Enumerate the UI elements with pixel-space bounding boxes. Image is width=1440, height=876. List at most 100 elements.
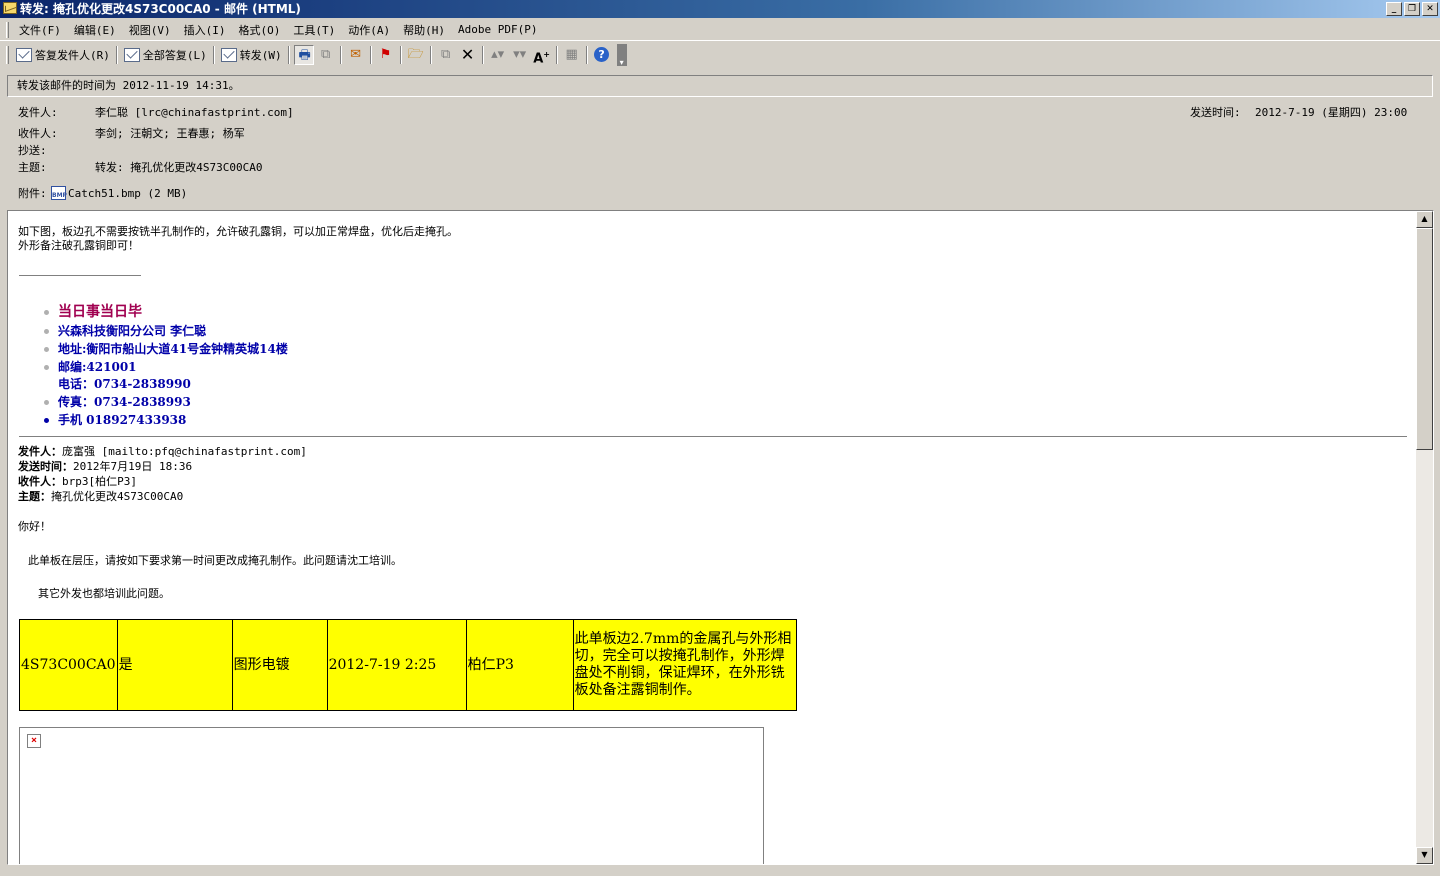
body-paragraph-1: 此单板在层压，请按如下要求第一时间更改成掩孔制作。此问题请沈工培训。: [28, 554, 402, 567]
broken-image-icon: ×: [27, 734, 41, 748]
attachment-item[interactable]: Catch51.bmp (2 MB): [51, 186, 188, 203]
fwd-sent: 发送时间：2012年7月19日 18:36: [18, 460, 192, 474]
attachment-name: Catch51.bmp (2 MB): [68, 187, 188, 200]
delete-button[interactable]: ✕: [458, 45, 478, 65]
signature-zip: 邮编:421001: [58, 360, 137, 374]
font-size-button[interactable]: A+: [532, 45, 552, 67]
toolbar-separator: [369, 46, 372, 64]
scroll-down-button[interactable]: ▼: [1416, 847, 1433, 864]
help-icon: ?: [592, 45, 612, 65]
move-icon: ⧉: [440, 47, 451, 62]
to-value[interactable]: 李剑; 汪朝文; 王春惠; 杨军: [95, 127, 245, 141]
from-value[interactable]: 李仁聪 [lrc@chinafastprint.com]: [95, 106, 294, 120]
open-folder-button[interactable]: 🗁: [406, 45, 426, 65]
down-arrow-icon: ▾▾: [513, 47, 527, 62]
embedded-image-frame: ×: [19, 727, 764, 864]
move-to-folder-button[interactable]: ✉: [346, 45, 366, 65]
toolbar-separator: [115, 46, 118, 64]
fwd-from-label: 发件人：: [18, 445, 62, 458]
font-size-icon: A+: [533, 50, 550, 67]
toolbar-separator: [585, 46, 588, 64]
toolbar-separator: [212, 46, 215, 64]
reply-button[interactable]: 答复发件人(R): [13, 44, 113, 66]
address-book-icon: ▦: [565, 47, 578, 62]
bullet: [44, 400, 49, 405]
info-bar: 转发该邮件的时间为 2012-11-19 14:31。: [7, 75, 1433, 97]
fwd-to-label: 收件人：: [18, 475, 62, 488]
restore-button[interactable]: ❐: [1404, 2, 1420, 16]
toolbar-grip[interactable]: [6, 46, 9, 64]
toolbar-separator: [339, 46, 342, 64]
toolbar-separator: [287, 46, 290, 64]
fwd-to-value: brp3[柏仁P3]: [62, 475, 137, 488]
from-label: 发件人:: [18, 106, 58, 119]
next-item-button[interactable]: ▾▾: [510, 45, 530, 65]
menu-insert[interactable]: 插入(I): [180, 22, 235, 38]
body-paragraph-2: 其它外发也都培训此问题。: [38, 587, 170, 600]
toolbar-separator: [481, 46, 484, 64]
menu-tools[interactable]: 工具(T): [289, 22, 344, 38]
vertical-scrollbar[interactable]: ▲ ▼: [1416, 211, 1433, 864]
scroll-thumb[interactable]: [1416, 228, 1433, 450]
subject-label: 主题:: [18, 161, 47, 174]
signature-mobile: 手机 018927433938: [58, 413, 187, 427]
fwd-to: 收件人：brp3[柏仁P3]: [18, 475, 137, 489]
table-cell-process: 图形电镀: [231, 619, 328, 711]
reply-icon: [16, 48, 32, 62]
signature-motto: 当日事当日毕: [58, 304, 142, 320]
fwd-from: 发件人：庞富强 [mailto:pfq@chinafastprint.com]: [18, 445, 307, 459]
greeting: 你好！: [18, 520, 51, 533]
follow-up-button[interactable]: ⚑: [376, 45, 396, 65]
copy-to-button[interactable]: ⧉: [316, 45, 336, 65]
sent-label: 发送时间:: [1190, 106, 1241, 119]
reply-all-button[interactable]: 全部答复(L): [121, 44, 210, 66]
menu-help[interactable]: 帮助(H): [399, 22, 454, 38]
close-button[interactable]: ✕: [1422, 2, 1438, 16]
table-row: 4S73C00CA0 是 图形电镀 2012-7-19 2:25 柏仁P3 此单…: [19, 619, 797, 711]
bmp-file-icon: [51, 186, 67, 203]
toolbar-overflow-button[interactable]: ▾: [616, 44, 627, 67]
message-body[interactable]: 如下图，板边孔不需要按铣半孔制作的，允许破孔露铜，可以加正常焊盘，优化后走掩孔。…: [7, 210, 1434, 865]
signature-phone: 电话：0734-2838990: [58, 377, 191, 391]
menu-edit[interactable]: 编辑(E): [70, 22, 125, 38]
fwd-subject-value: 掩孔优化更改4S73C00CA0: [51, 490, 184, 503]
highlight-table: 4S73C00CA0 是 图形电镀 2012-7-19 2:25 柏仁P3 此单…: [19, 619, 797, 711]
menu-actions[interactable]: 动作(A): [344, 22, 399, 38]
fwd-sent-label: 发送时间：: [18, 460, 73, 473]
signature-company: 兴森科技衡阳分公司 李仁聪: [58, 324, 207, 338]
menu-bar: 文件(F) 编辑(E) 视图(V) 插入(I) 格式(O) 工具(T) 动作(A…: [0, 19, 1440, 41]
delete-icon: ✕: [460, 45, 475, 64]
print-icon: 🖶: [298, 48, 311, 63]
forward-divider: [19, 436, 1407, 437]
print-button[interactable]: 🖶: [293, 45, 314, 65]
reply-label: 答复发件人(R): [35, 49, 110, 62]
fwd-subject-label: 主题：: [18, 490, 51, 503]
signature-divider: [19, 275, 141, 276]
help-button[interactable]: ?: [592, 45, 612, 65]
table-cell-part-number: 4S73C00CA0: [19, 619, 118, 711]
scroll-up-button[interactable]: ▲: [1416, 211, 1433, 228]
reply-all-label: 全部答复(L): [142, 49, 207, 62]
body-line-1: 如下图，板边孔不需要按铣半孔制作的，允许破孔露铜，可以加正常焊盘，优化后走掩孔。: [18, 225, 458, 238]
menu-file[interactable]: 文件(F): [15, 22, 70, 38]
menu-view[interactable]: 视图(V): [125, 22, 180, 38]
minimize-button[interactable]: _: [1386, 2, 1402, 16]
forward-button[interactable]: 转发(W): [218, 44, 285, 66]
signature-address: 地址:衡阳市船山大道41号金钟精英城14楼: [58, 342, 288, 356]
move-button[interactable]: ⧉: [436, 45, 456, 65]
copy-icon: ⧉: [320, 47, 331, 62]
menu-format[interactable]: 格式(O): [235, 22, 290, 38]
address-book-button[interactable]: ▦: [562, 45, 582, 65]
flag-icon: ⚑: [379, 47, 392, 62]
table-cell-note: 此单板边2.7mm的金属孔与外形相切，完全可以按掩孔制作，外形焊盘处不削铜，保证…: [572, 619, 797, 711]
menubar-grip[interactable]: [6, 21, 9, 38]
previous-item-button[interactable]: ▴▾: [488, 45, 508, 65]
forward-label: 转发(W): [239, 49, 282, 62]
menu-adobe-pdf[interactable]: Adobe PDF(P): [454, 23, 546, 36]
forward-icon: [220, 48, 237, 62]
standard-toolbar: 答复发件人(R) 全部答复(L) 转发(W) 🖶 ⧉ ✉ ⚑ 🗁 ⧉ ✕ ▴▾ …: [0, 42, 646, 68]
to-label: 收件人:: [18, 127, 58, 140]
reply-all-icon: [123, 48, 140, 62]
fwd-from-value[interactable]: 庞富强 [mailto:pfq@chinafastprint.com]: [62, 445, 307, 458]
body-line-2: 外形备注破孔露铜即可！: [18, 239, 139, 252]
